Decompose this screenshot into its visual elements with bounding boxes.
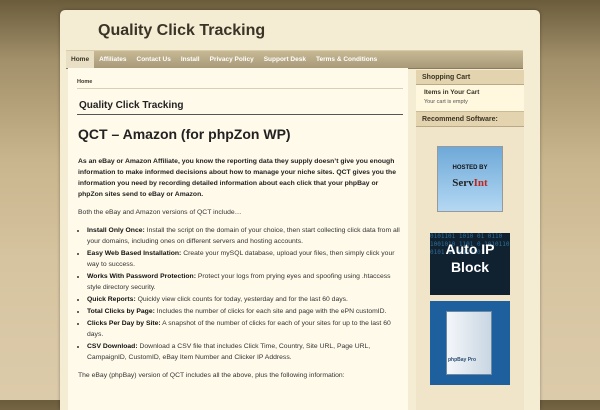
page-container: Quality Click Tracking Home Affiliates C… [60, 10, 540, 410]
main-nav: Home Affiliates Contact Us Install Priva… [66, 50, 523, 69]
feature-name: Clicks Per Day by Site: [87, 320, 161, 327]
divider [77, 88, 403, 89]
cart-status: Your cart is empty [424, 99, 468, 105]
product-box-image [446, 311, 492, 375]
banner-text: Block [450, 259, 490, 275]
list-item: Easy Web Based Installation: Create your… [87, 248, 400, 270]
nav-item-terms[interactable]: Terms & Conditions [311, 51, 382, 68]
phpbay-pro-banner[interactable]: phpBay Pro [430, 301, 510, 385]
feature-name: Install Only Once: [87, 227, 145, 234]
intro-paragraph: As an eBay or Amazon Affiliate, you know… [78, 158, 396, 198]
nav-item-home[interactable]: Home [66, 51, 95, 68]
brand-main: Serv [452, 177, 474, 189]
feature-name: Quick Reports: [87, 296, 136, 303]
ebay-version-text: The eBay (phpBay) version of QCT include… [78, 372, 345, 379]
banner-text: HOSTED BY [452, 165, 488, 171]
list-item: Works With Password Protection: Protect … [87, 271, 400, 293]
recommend-heading: Recommend Software: [416, 112, 524, 127]
shopping-cart-heading: Shopping Cart [416, 70, 524, 85]
feature-name: Works With Password Protection: [87, 273, 196, 280]
feature-name: CSV Download: [87, 343, 138, 350]
nav-item-install[interactable]: Install [176, 51, 205, 68]
page-title: Quality Click Tracking [79, 100, 184, 111]
auto-ip-block-banner[interactable]: 0101101 1010 01 0110 1001010 1101 0 1010… [430, 233, 510, 295]
nav-item-privacy-policy[interactable]: Privacy Policy [205, 51, 259, 68]
feature-name: Easy Web Based Installation: [87, 250, 182, 257]
main-content: Home Quality Click Tracking QCT – Amazon… [68, 68, 408, 410]
brand-accent: Int [473, 177, 488, 189]
sidebar: Shopping Cart Items in Your Cart Your ca… [416, 70, 524, 410]
feature-desc: Includes the number of clicks for each s… [154, 308, 387, 315]
divider [77, 114, 403, 115]
nav-item-contact-us[interactable]: Contact Us [132, 51, 176, 68]
both-versions-text: Both the eBay and Amazon versions of QCT… [78, 209, 242, 216]
list-item: CSV Download: Download a CSV file that i… [87, 341, 400, 363]
list-item: Clicks Per Day by Site: A snapshot of th… [87, 318, 400, 340]
cart-subheading: Items in Your Cart [424, 89, 480, 96]
nav-list: Home Affiliates Contact Us Install Priva… [66, 51, 523, 68]
feature-list: Install Only Once: Install the script on… [78, 225, 400, 363]
list-item: Total Clicks by Page: Includes the numbe… [87, 306, 400, 317]
site-title[interactable]: Quality Click Tracking [98, 22, 265, 40]
servint-logo: ServInt [438, 177, 502, 189]
servint-banner[interactable]: HOSTED BY ServInt [437, 146, 503, 212]
list-item: Install Only Once: Install the script on… [87, 225, 400, 247]
feature-desc: Quickly view click counts for today, yes… [135, 296, 348, 303]
feature-name: Total Clicks by Page: [87, 308, 155, 315]
breadcrumb[interactable]: Home [77, 79, 92, 85]
post-body: As an eBay or Amazon Affiliate, you know… [78, 156, 400, 388]
nav-item-support-desk[interactable]: Support Desk [259, 51, 311, 68]
list-item: Quick Reports: Quickly view click counts… [87, 294, 400, 305]
cart-widget: Items in Your Cart Your cart is empty [416, 85, 524, 112]
product-label: phpBay Pro [448, 357, 477, 363]
banner-text: Auto IP [445, 241, 495, 257]
post-title[interactable]: QCT – Amazon (for phpZon WP) [78, 126, 291, 142]
nav-item-affiliates[interactable]: Affiliates [94, 51, 131, 68]
